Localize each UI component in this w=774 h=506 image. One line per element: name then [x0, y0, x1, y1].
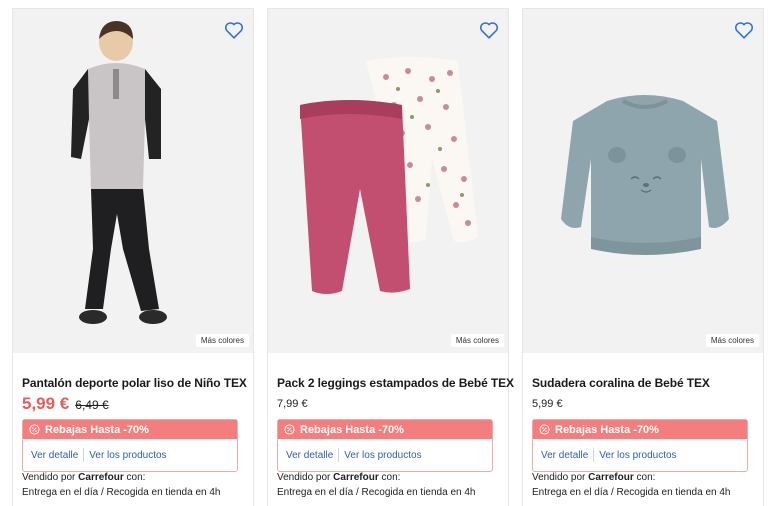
delivery-options: Entrega en el día / Recogida en tienda e…: [277, 487, 476, 498]
more-colors-label[interactable]: Más colores: [450, 334, 504, 347]
price: 5,99 €: [532, 398, 563, 410]
seller-info: Vendido por Carrefour con:: [22, 472, 145, 483]
boy-outfit-photo: [13, 9, 253, 353]
seller-suffix: con:: [123, 472, 146, 483]
discount-badge-icon: [29, 424, 40, 435]
product-title[interactable]: Pantalón deporte polar liso de Niño TEX: [22, 376, 247, 390]
seller-prefix: Vendido por: [532, 472, 589, 483]
product-card[interactable]: Más colores Sudadera coralina de Bebé TE…: [522, 8, 764, 506]
product-grid: Más colores Pantalón deporte polar liso …: [12, 8, 774, 506]
promo-links: Ver detalle Ver los productos: [278, 439, 492, 471]
seller-name: Carrefour: [78, 472, 124, 483]
product-title[interactable]: Sudadera coralina de Bebé TEX: [532, 376, 710, 390]
promo-label: Rebajas Hasta -70%: [300, 423, 404, 436]
view-products-link[interactable]: Ver los productos: [344, 450, 421, 461]
view-products-link[interactable]: Ver los productos: [599, 450, 676, 461]
seller-info: Vendido por Carrefour con:: [532, 472, 655, 483]
more-colors-label[interactable]: Más colores: [195, 334, 249, 347]
heart-outline-icon[interactable]: [223, 19, 245, 41]
seller-suffix: con:: [633, 472, 656, 483]
seller-suffix: con:: [378, 472, 401, 483]
price-row: 5,99 € 6,49 €: [22, 394, 109, 414]
view-detail-link[interactable]: Ver detalle: [31, 450, 78, 461]
product-title[interactable]: Pack 2 leggings estampados de Bebé TEX: [277, 376, 514, 390]
original-price: 6,49 €: [75, 398, 109, 412]
promo-links: Ver detalle Ver los productos: [23, 439, 237, 471]
link-divider: [83, 448, 85, 462]
discount-badge-icon: [284, 424, 295, 435]
discount-badge-icon: [539, 424, 550, 435]
promo-box: Rebajas Hasta -70% Ver detalle Ver los p…: [277, 419, 493, 472]
product-card[interactable]: Más colores Pack 2 leggings estampados d…: [267, 8, 514, 506]
sale-price: 5,99 €: [22, 394, 70, 413]
seller-prefix: Vendido por: [22, 472, 79, 483]
more-colors-label[interactable]: Más colores: [705, 334, 759, 347]
promo-banner: Rebajas Hasta -70%: [278, 420, 492, 439]
product-image[interactable]: Más colores: [523, 9, 763, 353]
delivery-options: Entrega en el día / Recogida en tienda e…: [22, 487, 221, 498]
price: 7,99 €: [277, 398, 308, 410]
sweatshirt-photo: [523, 9, 763, 353]
delivery-options: Entrega en el día / Recogida en tienda e…: [532, 487, 731, 498]
promo-banner: Rebajas Hasta -70%: [533, 420, 747, 439]
seller-info: Vendido por Carrefour con:: [277, 472, 400, 483]
heart-outline-icon[interactable]: [733, 19, 755, 41]
view-products-link[interactable]: Ver los productos: [89, 450, 166, 461]
promo-links: Ver detalle Ver los productos: [533, 439, 747, 471]
product-card[interactable]: Más colores Pantalón deporte polar liso …: [12, 8, 254, 506]
link-divider: [593, 448, 595, 462]
seller-name: Carrefour: [588, 472, 634, 483]
seller-name: Carrefour: [333, 472, 379, 483]
view-detail-link[interactable]: Ver detalle: [286, 450, 333, 461]
link-divider: [338, 448, 340, 462]
product-image[interactable]: Más colores: [13, 9, 253, 353]
promo-banner: Rebajas Hasta -70%: [23, 420, 237, 439]
seller-prefix: Vendido por: [277, 472, 334, 483]
promo-label: Rebajas Hasta -70%: [45, 423, 149, 436]
promo-label: Rebajas Hasta -70%: [555, 423, 659, 436]
product-image[interactable]: Más colores: [268, 9, 508, 353]
leggings-pack-photo: [268, 9, 508, 353]
view-detail-link[interactable]: Ver detalle: [541, 450, 588, 461]
promo-box: Rebajas Hasta -70% Ver detalle Ver los p…: [22, 419, 238, 472]
promo-box: Rebajas Hasta -70% Ver detalle Ver los p…: [532, 419, 748, 472]
heart-outline-icon[interactable]: [478, 19, 500, 41]
